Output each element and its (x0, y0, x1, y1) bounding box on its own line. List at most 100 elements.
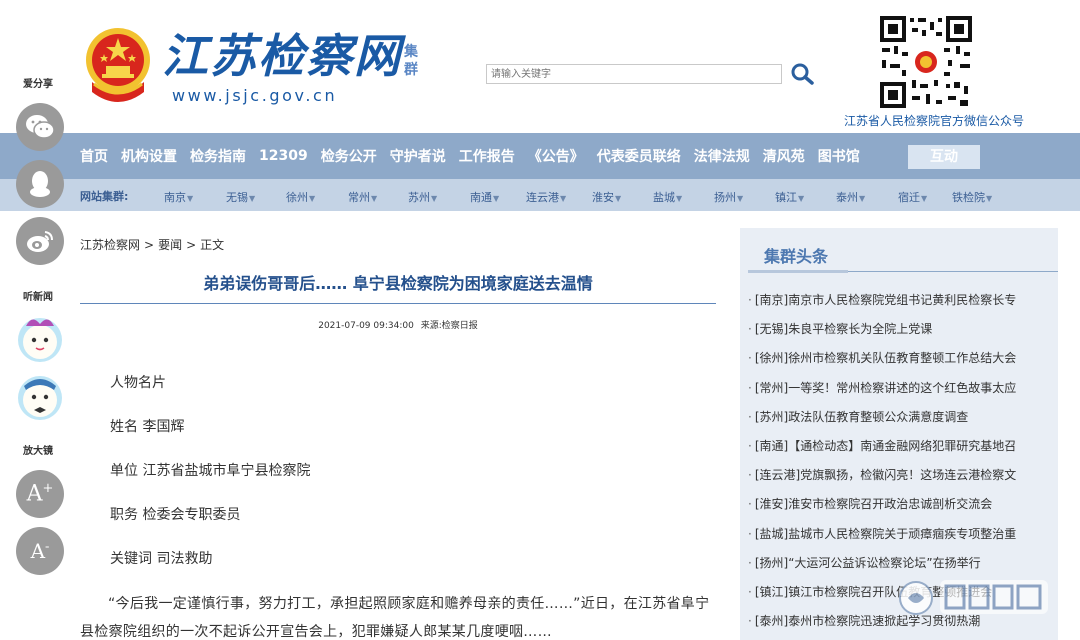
nav-item[interactable]: 检务指南 (190, 146, 246, 166)
profile-keywords: 关键词 司法救助 (110, 551, 213, 567)
headline-item[interactable]: · [淮安]淮安市检察院召开政治忠诚剖析交流会 (748, 490, 1054, 519)
breadcrumb-home[interactable]: 江苏检察网 (80, 238, 140, 252)
caret-down-icon: ▼ (921, 194, 928, 203)
nav-item[interactable]: 代表委员联络 (597, 146, 681, 166)
bullet-icon: · (748, 555, 752, 570)
nav-item[interactable]: 清风苑 (763, 146, 805, 166)
headline-text: [常州]一等奖！常州检察讲述的这个红色故事太应 (754, 380, 1017, 395)
nav-item[interactable]: 12309 (259, 148, 308, 164)
nav-item[interactable]: 首页 (80, 146, 108, 166)
cluster-city-dropdown[interactable]: 徐州▼ (286, 189, 315, 205)
headline-item[interactable]: · [盐城]盐城市人民检察院关于顽瘴痼疾专项整治重 (748, 520, 1054, 549)
city-label: 常州 (348, 191, 370, 204)
cluster-city-dropdown[interactable]: 扬州▼ (714, 189, 743, 205)
national-emblem-logo (86, 28, 150, 102)
cluster-city-dropdown[interactable]: 连云港▼ (526, 189, 566, 205)
panel-header: 集群头条 (748, 240, 1058, 273)
search-input[interactable] (486, 64, 782, 84)
cluster-city-dropdown[interactable]: 铁检院▼ (952, 189, 992, 205)
city-label: 泰州 (836, 191, 858, 204)
caret-down-icon: ▼ (309, 194, 316, 203)
cluster-city-dropdown[interactable]: 宿迁▼ (898, 189, 927, 205)
city-label: 南通 (470, 191, 492, 204)
qr-caption: 江苏省人民检察院官方微信公众号 (844, 114, 1025, 128)
caret-down-icon: ▼ (737, 194, 744, 203)
breadcrumb: 江苏检察网 > 要闻 > 正文 (80, 236, 224, 253)
profile-unit: 单位 江苏省盐城市阜宁县检察院 (110, 463, 311, 479)
headline-text: [南京]南京市人民检察院党组书记黄利民检察长专 (754, 293, 1017, 307)
profile-heading: 人物名片 (110, 375, 166, 391)
article-body-paragraph: “今后我一定谨慎行事，努力打工，承担起照顾家庭和赡养母亲的责任……”近日，在江苏… (80, 596, 710, 640)
headline-item[interactable]: · [南京]南京市人民检察院党组书记黄利民检察长专 (748, 286, 1054, 315)
qq-share-button[interactable] (16, 160, 64, 208)
zoom-out-icon: A- (30, 539, 50, 563)
listen-news-mascot-girl[interactable] (14, 312, 66, 364)
nav-item[interactable]: 法律法规 (694, 146, 750, 166)
bullet-icon: · (748, 497, 752, 512)
nav-item[interactable]: 工作报告 (459, 146, 515, 166)
breadcrumb-separator: > (144, 238, 155, 252)
headline-item[interactable]: · [连云港]党旗飘扬，检徽闪亮！这场连云港检察文 (748, 461, 1054, 490)
headline-item[interactable]: · [南通]【通检动态】南通金融网络犯罪研究基地召 (748, 432, 1054, 461)
headline-text: [徐州]徐州市检察机关队伍教育整顿工作总结大会 (754, 351, 1017, 366)
nav-item[interactable]: 图书馆 (818, 146, 860, 166)
cluster-city-dropdown[interactable]: 常州▼ (348, 189, 377, 205)
nav-item[interactable]: 守护者说 (390, 146, 446, 166)
wechat-share-button[interactable] (16, 103, 64, 151)
city-label: 连云港 (526, 191, 559, 204)
cluster-subnav: 网站集群: 南京▼ 无锡▼ 徐州▼ 常州▼ 苏州▼ 南通▼ 连云港▼ 淮安▼ 盐城▼ 扬州▼ 镇江▼… (0, 179, 1080, 211)
site-header: 江苏检察网 www.jsjc.gov.cn 集群 江苏省人民检察院官方微信公众号 (0, 0, 1080, 133)
bullet-icon: · (748, 584, 752, 599)
nav-interact-button[interactable]: 互动 (908, 145, 980, 169)
nav-item[interactable]: 检务公开 (321, 146, 377, 166)
article-meta: 2021-07-09 09:34:00 来源:检察日报 (80, 318, 716, 331)
headline-item[interactable]: · [无锡]朱良平检察长为全院上党课 (748, 315, 1054, 344)
cluster-city-dropdown[interactable]: 南京▼ (164, 189, 193, 205)
listen-news-mascot-boy[interactable] (14, 370, 66, 422)
headline-text: [盐城]盐城市人民检察院关于顽瘴痼疾专项整治重 (754, 526, 1017, 541)
cluster-city-dropdown[interactable]: 淮安▼ (592, 189, 621, 205)
weibo-icon (27, 231, 53, 252)
cluster-city-dropdown[interactable]: 南通▼ (470, 189, 499, 205)
headline-text: [无锡]朱良平检察长为全院上党课 (754, 322, 933, 337)
panel-title-underline (748, 270, 848, 273)
panel-title: 集群头条 (764, 247, 829, 266)
cluster-city-dropdown[interactable]: 无锡▼ (226, 189, 255, 205)
headline-text: [连云港]党旗飘扬，检徽闪亮！这场连云港检察文 (754, 468, 1017, 483)
caret-down-icon: ▼ (187, 194, 194, 203)
bullet-icon: · (748, 380, 752, 395)
zoom-label: 放大镜 (23, 446, 53, 457)
weibo-share-button[interactable] (16, 217, 64, 265)
zoom-in-button[interactable]: A+ (16, 470, 64, 518)
bullet-icon: · (748, 409, 752, 424)
headline-item[interactable]: · [徐州]徐州市检察机关队伍教育整顿工作总结大会 (748, 344, 1054, 373)
zoom-in-icon: A+ (26, 481, 54, 507)
cluster-tag: 集群 (404, 44, 418, 78)
zoom-out-button[interactable]: A- (16, 527, 64, 575)
city-label: 无锡 (226, 191, 248, 204)
cluster-city-dropdown[interactable]: 泰州▼ (836, 189, 865, 205)
cluster-city-dropdown[interactable]: 镇江▼ (775, 189, 804, 205)
caret-down-icon: ▼ (249, 194, 256, 203)
bullet-icon: · (748, 322, 752, 337)
listen-label: 听新闻 (23, 292, 53, 303)
main-nav: 首页 机构设置 检务指南 12309 检务公开 守护者说 工作报告 《公告》 代表委员联络 法律法… (0, 133, 1080, 179)
wechat-qr-code (878, 14, 974, 110)
headline-item[interactable]: · [常州]一等奖！常州检察讲述的这个红色故事太应 (748, 374, 1054, 403)
cluster-city-dropdown[interactable]: 盐城▼ (653, 189, 682, 205)
title-divider (80, 303, 716, 304)
nav-item[interactable]: 机构设置 (121, 146, 177, 166)
caret-down-icon: ▼ (431, 194, 438, 203)
share-label: 爱分享 (23, 79, 53, 90)
cluster-city-dropdown[interactable]: 苏州▼ (408, 189, 437, 205)
headline-item[interactable]: · [苏州]政法队伍教育整顿公众满意度调查 (748, 403, 1054, 432)
nav-item[interactable]: 《公告》 (528, 146, 584, 166)
breadcrumb-separator: > (186, 238, 197, 252)
city-label: 宿迁 (898, 191, 920, 204)
search-icon[interactable] (790, 62, 816, 86)
city-label: 徐州 (286, 191, 308, 204)
caret-down-icon: ▼ (676, 194, 683, 203)
caret-down-icon: ▼ (615, 194, 622, 203)
bullet-icon: · (748, 351, 752, 366)
breadcrumb-news[interactable]: 要闻 (158, 238, 182, 252)
